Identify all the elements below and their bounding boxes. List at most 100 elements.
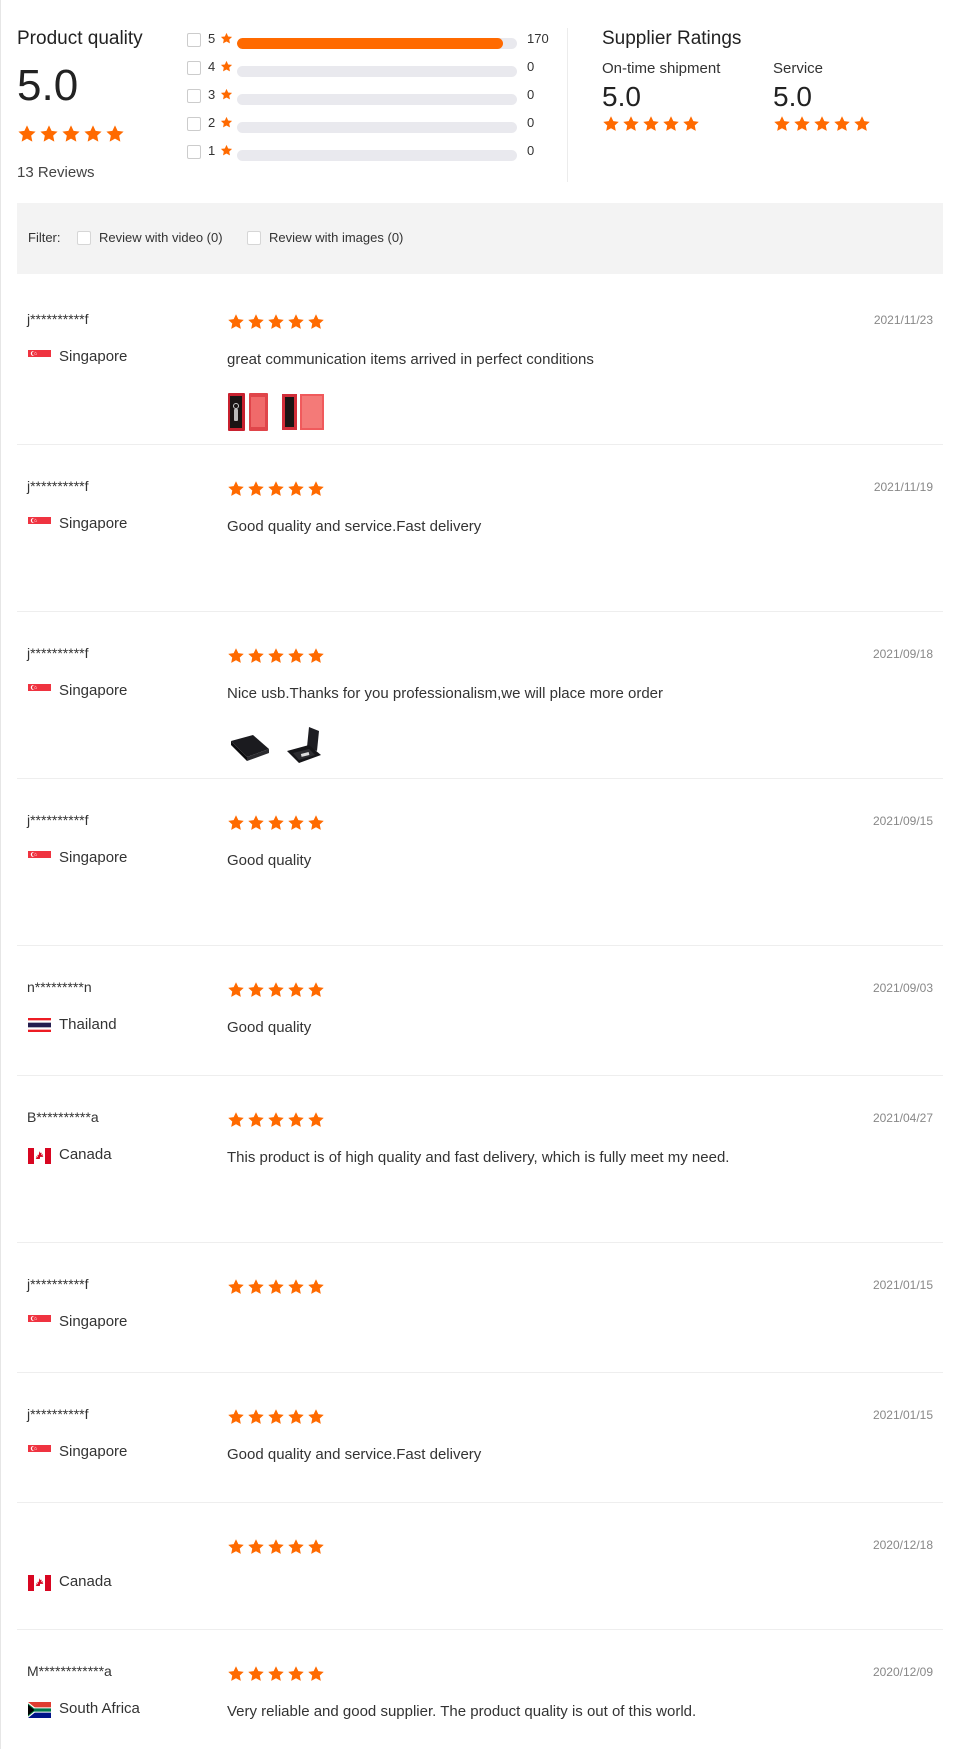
distribution-row: 30 [187,84,557,112]
singapore-flag-icon [28,684,51,698]
video-filter-checkbox[interactable] [77,231,91,245]
product-quality-stars [17,124,127,144]
black-box-open-usb-thumbnail[interactable] [281,725,329,767]
star-icon [227,480,245,498]
star-icon [247,1111,265,1129]
reviewer-country: South Africa [59,1700,140,1717]
star-filter-checkbox[interactable] [187,89,201,103]
star-distribution: 5 170 4 0 3 0 2 0 1 0 [187,28,557,168]
distribution-row: 5 170 [187,28,557,56]
supplier-ratings-title: Supplier Ratings [602,28,742,49]
images-filter-checkbox[interactable] [247,231,261,245]
reviewer-name: j**********f [27,1276,89,1292]
filter-label: Filter: [28,230,61,245]
review-stars [227,647,327,665]
star-icon [307,313,325,331]
star-icon [220,88,233,106]
singapore-flag-icon [28,1445,51,1459]
service-stars [773,115,873,133]
star-icon [813,115,831,133]
review-text: Nice usb.Thanks for you professionalism,… [227,685,664,702]
star-icon [267,480,285,498]
star-filter-checkbox[interactable] [187,33,201,47]
star-icon [220,60,233,78]
star-icon [287,313,305,331]
red-gift-box-open-thumbnail[interactable] [227,391,275,433]
review-item: j**********f Singapore Nice usb.Thanks for… [17,612,943,779]
review-item: j**********f Singapore great communication… [17,278,943,445]
star-icon [287,1665,305,1683]
review-stars [227,1408,327,1426]
canada-flag-icon [28,1575,51,1591]
star-icon [247,981,265,999]
video-filter-label[interactable]: Review with video (0) [99,230,223,245]
singapore-flag-icon [28,1315,51,1329]
reviewer-country: Canada [59,1146,112,1163]
star-icon [267,1538,285,1556]
star-level-count: 0 [527,143,535,158]
star-level-label: 2 [208,115,216,130]
star-level-label: 5 [208,31,216,46]
star-icon [227,1278,245,1296]
reviewer-country: Singapore [59,849,128,866]
product-quality-title: Product quality [17,28,143,49]
reviews-page: Product quality 5.0 13 Reviews 5 170 4 0 3 0 2… [0,0,960,1749]
star-level-label: 4 [208,59,216,74]
south-africa-flag-icon [28,1702,51,1718]
star-icon [602,115,620,133]
star-icon [247,1665,265,1683]
star-icon [227,1538,245,1556]
review-stars [227,981,327,999]
review-text: Good quality [227,852,312,869]
review-date: 2020/12/09 [872,1665,933,1679]
star-icon [307,1408,325,1426]
service-label: Service [773,60,824,77]
review-stars [227,1665,327,1683]
star-icon [83,124,103,144]
review-date: 2021/11/23 [873,313,933,327]
black-box-closed-thumbnail[interactable] [227,725,275,767]
star-icon [267,1278,285,1296]
review-text: great communication items arrived in per… [227,351,594,368]
service-score: 5.0 [773,81,812,112]
left-border [0,0,1,1749]
star-icon [61,124,81,144]
star-icon [267,1111,285,1129]
images-filter-label[interactable]: Review with images (0) [269,230,403,245]
star-icon [307,1665,325,1683]
review-stars [227,1278,327,1296]
star-icon [247,814,265,832]
distribution-row: 20 [187,112,557,140]
star-filter-checkbox[interactable] [187,145,201,159]
distribution-bar-fill [237,38,503,49]
review-date: 2021/04/27 [872,1111,933,1125]
reviewer-name: j**********f [27,812,89,828]
review-stars [227,1538,327,1556]
star-icon [287,981,305,999]
on-time-shipment-rating: On-time shipment 5.0 [602,60,752,138]
star-icon [307,981,325,999]
star-icon [267,1665,285,1683]
reviewer-name: j**********f [27,1406,89,1422]
star-icon [267,313,285,331]
on-time-shipment-label: On-time shipment [602,60,721,77]
star-icon [773,115,791,133]
on-time-shipment-stars [602,115,702,133]
star-filter-checkbox[interactable] [187,61,201,75]
review-text: Very reliable and good supplier. The pro… [227,1703,697,1720]
star-filter-checkbox[interactable] [187,117,201,131]
review-item: n*********n Thailand Good quality 2021/09/0… [17,946,943,1076]
reviewer-country: Singapore [59,348,128,365]
red-gift-box-closed-thumbnail[interactable] [281,391,329,433]
review-item: j**********f Singapore Good quality and se… [17,445,943,612]
reviewer-name: M************a [27,1663,112,1679]
star-icon [307,1538,325,1556]
review-stars [227,814,327,832]
star-icon [307,647,325,665]
star-icon [247,480,265,498]
star-level-label: 1 [208,143,216,158]
star-icon [287,1538,305,1556]
star-icon [267,814,285,832]
product-quality-score: 5.0 [17,61,79,110]
distribution-bar [237,122,517,133]
